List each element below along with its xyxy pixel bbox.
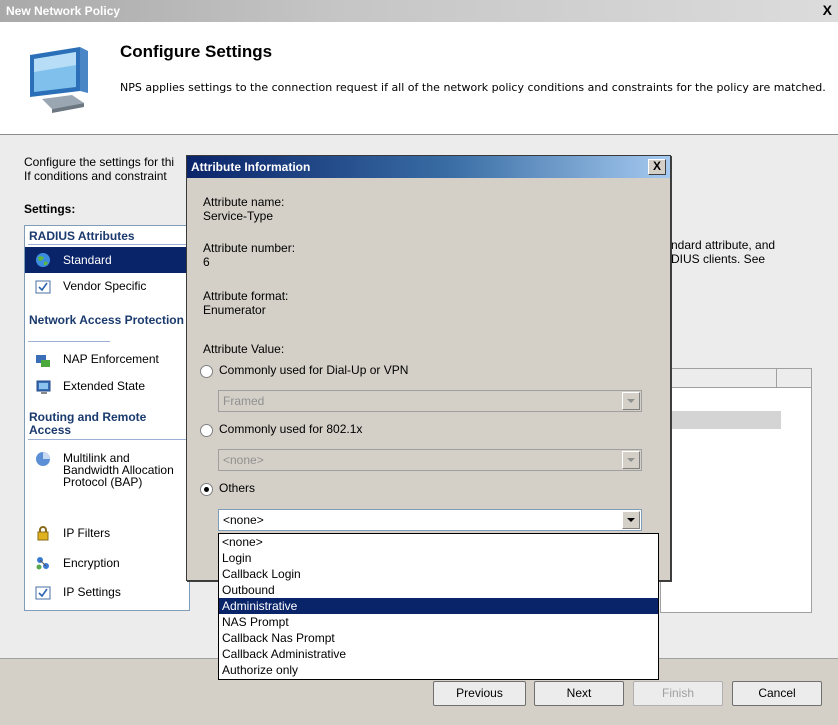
radio-8021x-label[interactable]: Commonly used for 802.1x — [219, 423, 362, 436]
select-value: <none> — [223, 453, 264, 467]
wizard-title-bar: New Network Policy X — [0, 0, 838, 22]
sidebar-item-label: IP Filters — [63, 526, 111, 540]
attribute-number-label: Attribute number: — [203, 241, 296, 255]
sidebar-item-label: Extended State — [63, 379, 146, 393]
sidebar-item-encryption[interactable]: Encryption — [25, 551, 189, 575]
others-dropdown-list[interactable]: <none> Login Callback Login Outbound Adm… — [218, 533, 659, 680]
list-header — [661, 369, 811, 388]
intro-text-1: Configure the settings for thi — [24, 155, 175, 169]
radio-others[interactable] — [200, 483, 213, 496]
radio-dialup-vpn-label[interactable]: Commonly used for Dial-Up or VPN — [219, 364, 408, 377]
section-network-access-protection: Network Access Protection — [29, 313, 184, 327]
column-divider[interactable] — [776, 369, 777, 387]
section-routing-remote-access: Routing and Remote Access — [29, 410, 147, 437]
dropdown-option[interactable]: Callback Login — [219, 566, 658, 582]
others-select[interactable]: <none> — [218, 509, 642, 531]
sidebar-item-nap-enforcement[interactable]: NAP Enforcement — [25, 348, 189, 372]
dropdown-option[interactable]: Outbound — [219, 582, 658, 598]
sidebar-item-multilink[interactable]: Multilink and Bandwidth Allocation Proto… — [25, 447, 189, 505]
settings-list: RADIUS Attributes Standard Vendor Specif… — [24, 225, 190, 611]
8021x-select[interactable]: <none> — [218, 449, 642, 471]
chevron-down-icon[interactable] — [622, 511, 640, 529]
sidebar-item-label: Multilink and Bandwidth Allocation Proto… — [63, 451, 174, 489]
select-value: <none> — [223, 513, 264, 527]
dropdown-option[interactable]: Callback Administrative — [219, 646, 658, 662]
page-title: Configure Settings — [120, 42, 273, 61]
checklist-icon — [35, 280, 51, 294]
dialog-title-bar: Attribute Information X — [187, 156, 670, 178]
sidebar-item-ip-filters[interactable]: IP Filters — [25, 521, 189, 545]
finish-button[interactable]: Finish — [633, 681, 723, 706]
section-radius-attributes: RADIUS Attributes — [29, 229, 135, 243]
sidebar-item-label: IP Settings — [63, 585, 121, 599]
sidebar-item-standard[interactable]: Standard — [25, 247, 189, 273]
sidebar-item-ip-settings[interactable]: IP Settings — [25, 580, 189, 604]
sidebar-item-extended-state[interactable]: Extended State — [25, 375, 189, 399]
select-value: Framed — [223, 394, 265, 408]
attribute-number-value: 6 — [203, 255, 210, 269]
right-description-2: DIUS clients. See — [671, 252, 766, 266]
sidebar-item-vendor-specific[interactable]: Vendor Specific — [25, 274, 189, 300]
dialog-title: Attribute Information — [191, 160, 311, 174]
dropdown-option[interactable]: NAS Prompt — [219, 614, 658, 630]
radio-8021x[interactable] — [200, 424, 213, 437]
next-button[interactable]: Next — [534, 681, 624, 706]
page-description: NPS applies settings to the connection r… — [120, 81, 826, 94]
attribute-value-label: Attribute Value: — [203, 342, 285, 356]
sidebar-item-label: Encryption — [63, 556, 120, 570]
right-description-1: ndard attribute, and — [671, 238, 776, 252]
radio-dialup-vpn[interactable] — [200, 365, 213, 378]
dropdown-option-highlighted[interactable]: Administrative — [219, 598, 658, 614]
dialup-vpn-select[interactable]: Framed — [218, 390, 642, 412]
list-row[interactable] — [661, 411, 781, 429]
monitor-icon — [36, 380, 51, 394]
radio-others-label[interactable]: Others — [219, 482, 255, 495]
attributes-list[interactable] — [660, 368, 812, 613]
chevron-down-icon[interactable] — [622, 451, 640, 469]
sidebar-item-label: Standard — [63, 253, 112, 267]
section-divider — [28, 439, 186, 440]
encryption-icon — [36, 557, 49, 570]
sidebar-item-label: Vendor Specific — [63, 279, 147, 293]
wizard-header: Configure Settings NPS applies settings … — [0, 22, 838, 134]
cancel-button[interactable]: Cancel — [732, 681, 822, 706]
attribute-format-value: Enumerator — [203, 303, 266, 317]
window-title: New Network Policy — [6, 4, 121, 18]
previous-button[interactable]: Previous — [433, 681, 526, 706]
close-icon[interactable]: X — [648, 159, 666, 175]
sidebar-item-label: NAP Enforcement — [63, 352, 159, 366]
section-divider — [28, 244, 186, 245]
attribute-name-value: Service-Type — [203, 209, 274, 223]
checklist-icon — [35, 586, 51, 600]
dropdown-option[interactable]: <none> — [219, 534, 658, 550]
attribute-name-label: Attribute name: — [203, 195, 285, 209]
globe-icon — [36, 253, 50, 267]
attribute-format-label: Attribute format: — [203, 289, 289, 303]
lock-icon — [37, 526, 49, 541]
chevron-down-icon[interactable] — [622, 392, 640, 410]
intro-text-2: If conditions and constraint — [24, 169, 167, 183]
nap-icon — [36, 355, 50, 367]
computer-icon — [30, 47, 88, 113]
settings-label: Settings: — [24, 202, 76, 216]
attribute-information-dialog: Attribute Information X Attribute name: … — [186, 155, 671, 581]
dropdown-option[interactable]: Authorize only — [219, 662, 658, 678]
section-divider — [28, 341, 110, 342]
dropdown-option[interactable]: Login — [219, 550, 658, 566]
dropdown-option[interactable]: Callback Nas Prompt — [219, 630, 658, 646]
close-icon[interactable]: X — [823, 2, 832, 18]
multilink-icon — [36, 452, 50, 466]
